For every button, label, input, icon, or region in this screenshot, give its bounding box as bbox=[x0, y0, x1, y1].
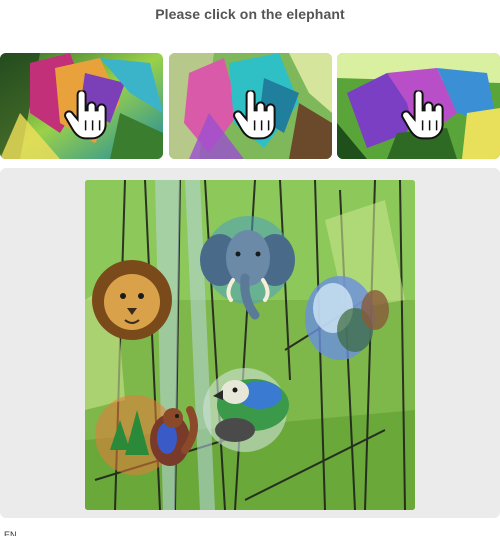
progress-indicator bbox=[238, 532, 256, 536]
captcha-panel bbox=[0, 168, 500, 518]
language-selector[interactable]: EN bbox=[4, 530, 17, 536]
example-image-1[interactable] bbox=[0, 53, 163, 159]
pointer-hand-icon bbox=[63, 90, 109, 142]
example-image-3[interactable] bbox=[337, 53, 500, 159]
example-images bbox=[0, 53, 500, 159]
captcha-puzzle-image[interactable] bbox=[85, 180, 415, 510]
example-image-2[interactable] bbox=[169, 53, 332, 159]
pointer-hand-icon bbox=[232, 90, 278, 142]
lion-object[interactable] bbox=[92, 260, 172, 340]
pointer-hand-icon bbox=[400, 90, 446, 142]
captcha-prompt: Please click on the elephant bbox=[155, 6, 345, 22]
captcha-page: Please click on the elephant EN bbox=[0, 0, 500, 536]
captcha-footer: EN bbox=[0, 526, 500, 536]
